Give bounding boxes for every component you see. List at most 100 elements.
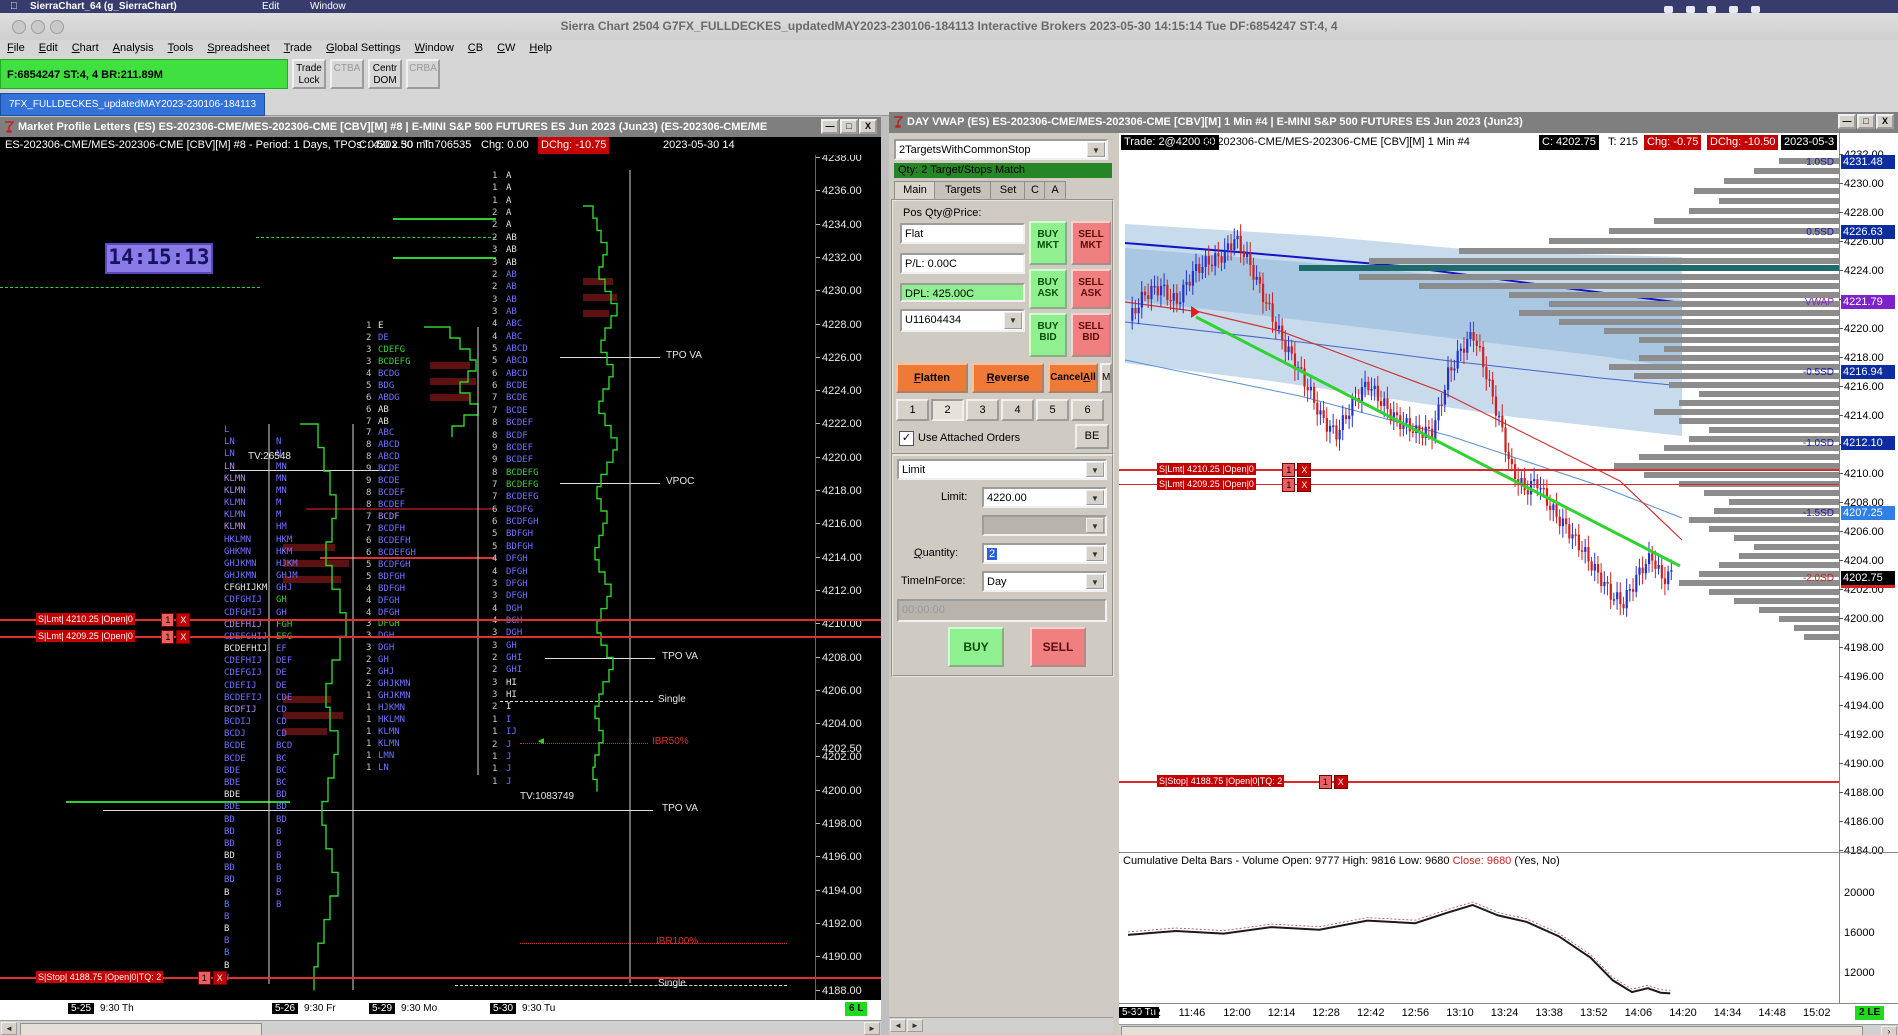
scroll-right-icon[interactable]: ►	[907, 1019, 923, 1032]
order-qty-button[interactable]: 1	[1282, 463, 1296, 478]
tab-main[interactable]: Main	[894, 181, 936, 200]
macos-menubar:  SierraChart_64 (g_SierraChart) Edit Wi…	[0, 0, 1898, 13]
order-qty-button[interactable]: 1	[1282, 477, 1296, 492]
order-qty-button[interactable]: 1	[197, 971, 211, 985]
chevron-down-icon[interactable]: ▼	[1086, 462, 1104, 477]
use-attached-checkbox[interactable]: ✓	[899, 431, 914, 446]
time-label: 11:32	[1134, 1007, 1161, 1019]
maximize-button[interactable]: □	[1857, 114, 1875, 129]
pl-field[interactable]: P/L: 0.00C	[900, 253, 1025, 274]
order-cancel-button[interactable]: X	[176, 630, 191, 644]
m-button[interactable]: M	[1100, 363, 1112, 393]
reverse-button[interactable]: Reverse	[972, 363, 1044, 393]
order-qty-button[interactable]: 1	[161, 630, 175, 644]
order-label[interactable]: S|Lmt| 4209.25 |Open|0	[36, 630, 135, 642]
close-button[interactable]: X	[1876, 114, 1894, 129]
order-label[interactable]: S|Lmt| 4210.25 |Open|0	[36, 613, 135, 625]
chevron-down-icon[interactable]: ▼	[1086, 546, 1104, 561]
toolbar-button-centr-dom[interactable]: Centr DOM	[368, 59, 402, 89]
qty-preset-2[interactable]: 2	[931, 399, 964, 421]
price-tick	[1839, 647, 1843, 648]
account-select[interactable]: U11604434 ▼	[900, 309, 1025, 332]
scroll-right-icon[interactable]: ›	[1881, 1026, 1897, 1035]
qty-preset-1[interactable]: 1	[896, 399, 929, 421]
vwap-hscrollbar[interactable]: ›	[1119, 1024, 1898, 1035]
tab-set[interactable]: Set	[990, 181, 1026, 200]
be-button[interactable]: BE	[1075, 424, 1109, 449]
tpo-hscrollbar[interactable]: ◄ ►	[0, 1020, 881, 1035]
order-label[interactable]: S|Stop| 4188.75 |Open|0|TQ: 2	[36, 971, 164, 983]
chevron-down-icon[interactable]: ▼	[1086, 574, 1104, 589]
order-label[interactable]: S|Lmt| 4209.25 |Open|0	[1157, 477, 1256, 490]
menu-trade[interactable]: Trade	[277, 40, 319, 56]
minimize-button[interactable]: —	[1838, 114, 1856, 129]
price-label: 4194.00	[1844, 700, 1884, 712]
sell-ask-button[interactable]: SELL ASK	[1071, 269, 1111, 309]
tab-c[interactable]: C	[1024, 181, 1046, 200]
flatten-button[interactable]: Flatten	[896, 363, 968, 393]
sell-bid-button[interactable]: SELL BID	[1071, 313, 1111, 357]
pos-qty-field[interactable]: Flat	[900, 223, 1025, 244]
limit-price-input[interactable]: 4220.00 ▼	[982, 487, 1107, 508]
macos-app-name[interactable]: SierraChart_64 (g_SierraChart)	[30, 0, 177, 13]
buy-button[interactable]: BUY	[948, 627, 1004, 667]
order-label[interactable]: S|Lmt| 4210.25 |Open|0	[1157, 463, 1256, 476]
scroll-left-icon[interactable]: ◄	[890, 1019, 906, 1032]
order-type-select[interactable]: Limit ▼	[897, 459, 1107, 480]
apple-menu-icon[interactable]: 	[10, 0, 18, 13]
chevron-down-icon[interactable]: ▼	[1087, 142, 1105, 157]
vwap-window-titlebar[interactable]: DAY VWAP (ES) ES-202306-CME/MES-202306-C…	[889, 112, 1898, 133]
trade-strategy-select[interactable]: 2TargetsWithCommonStop ▼	[894, 139, 1108, 160]
quantity-input[interactable]: 2 ▼	[982, 543, 1107, 564]
tab-targets[interactable]: Targets	[934, 181, 992, 200]
scroll-thumb[interactable]	[20, 1023, 262, 1035]
order-cancel-button[interactable]: X	[1297, 463, 1312, 478]
menu-help[interactable]: Help	[522, 40, 559, 56]
menu-tools[interactable]: Tools	[161, 40, 201, 56]
chevron-down-icon[interactable]: ▼	[1004, 312, 1022, 329]
menu-chart[interactable]: Chart	[65, 40, 106, 56]
menu-cb[interactable]: CB	[461, 40, 490, 56]
macos-menu-window[interactable]: Window	[310, 0, 346, 13]
qty-preset-5[interactable]: 5	[1036, 399, 1069, 421]
macos-menu-edit[interactable]: Edit	[262, 0, 279, 13]
buy-bid-button[interactable]: BUY BID	[1029, 313, 1067, 357]
scroll-left-icon[interactable]: ◄	[1, 1022, 17, 1035]
time-label: 12:00	[1223, 1007, 1251, 1019]
sell-button[interactable]: SELL	[1030, 627, 1086, 667]
menu-global-settings[interactable]: Global Settings	[319, 40, 408, 56]
chevron-down-icon[interactable]: ▼	[1086, 490, 1104, 505]
maximize-button[interactable]: □	[840, 119, 858, 134]
qty-preset-6[interactable]: 6	[1071, 399, 1104, 421]
reverse-label: everse	[994, 372, 1030, 384]
minimize-button[interactable]: —	[821, 119, 839, 134]
menu-file[interactable]: File	[0, 40, 32, 56]
order-cancel-button[interactable]: X	[1297, 477, 1312, 492]
tpo-window-titlebar[interactable]: Market Profile Letters (ES) ES-202306-CM…	[0, 117, 881, 137]
qty-preset-3[interactable]: 3	[966, 399, 999, 421]
buy-mkt-button[interactable]: BUY MKT	[1029, 221, 1067, 265]
order-qty-button[interactable]: 1	[1318, 775, 1332, 790]
order-qty-button[interactable]: 1	[161, 613, 175, 627]
trade-panel-scrollbar[interactable]: ◄ ►	[889, 1017, 1113, 1033]
menu-spreadsheet[interactable]: Spreadsheet	[200, 40, 276, 56]
menu-analysis[interactable]: Analysis	[106, 40, 161, 56]
scroll-right-icon[interactable]: ►	[864, 1022, 880, 1035]
tif-select[interactable]: Day ▼	[982, 571, 1107, 592]
sell-mkt-button[interactable]: SELL MKT	[1071, 221, 1111, 265]
tab-a[interactable]: A	[1044, 181, 1066, 200]
menu-edit[interactable]: Edit	[32, 40, 65, 56]
close-button[interactable]: X	[859, 119, 877, 134]
chartbook-tab[interactable]: 7FX_FULLDECKES_updatedMAY2023-230106-184…	[0, 93, 266, 116]
scroll-thumb[interactable]	[1121, 1026, 1863, 1035]
order-cancel-button[interactable]: X	[176, 613, 191, 627]
cancel-all-button[interactable]: CancelAll	[1048, 363, 1098, 393]
menu-cw[interactable]: CW	[490, 40, 522, 56]
order-label[interactable]: S|Stop| 4188.75 |Open|0|TQ: 2	[1157, 775, 1285, 788]
qty-preset-4[interactable]: 4	[1001, 399, 1034, 421]
order-cancel-button[interactable]: X	[212, 971, 227, 985]
toolbar-button-trade-lock[interactable]: Trade Lock	[292, 59, 326, 89]
order-cancel-button[interactable]: X	[1333, 775, 1348, 790]
menu-window[interactable]: Window	[408, 40, 461, 56]
buy-ask-button[interactable]: BUY ASK	[1029, 269, 1067, 309]
